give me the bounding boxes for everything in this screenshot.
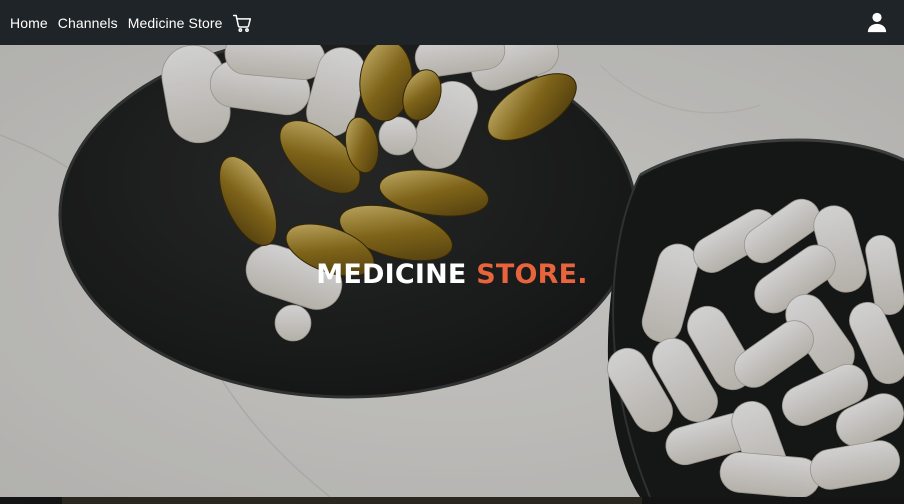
shopping-cart-icon[interactable]: [232, 13, 252, 33]
next-section-image-edge: [62, 497, 642, 504]
top-navbar: Home Channels Medicine Store: [0, 0, 904, 45]
hero-title: MEDICINE STORE.: [0, 259, 904, 290]
nav-links: Home Channels Medicine Store: [10, 13, 252, 33]
user-icon[interactable]: [866, 11, 888, 33]
nav-channels-link[interactable]: Channels: [58, 15, 118, 31]
hero-banner: MEDICINE STORE.: [0, 45, 904, 497]
hero-title-accent: STORE.: [476, 259, 588, 290]
nav-medicine-store-link[interactable]: Medicine Store: [128, 15, 223, 31]
hero-title-main: MEDICINE: [316, 259, 467, 290]
nav-home-link[interactable]: Home: [10, 15, 48, 31]
next-section-edge: [0, 497, 904, 504]
